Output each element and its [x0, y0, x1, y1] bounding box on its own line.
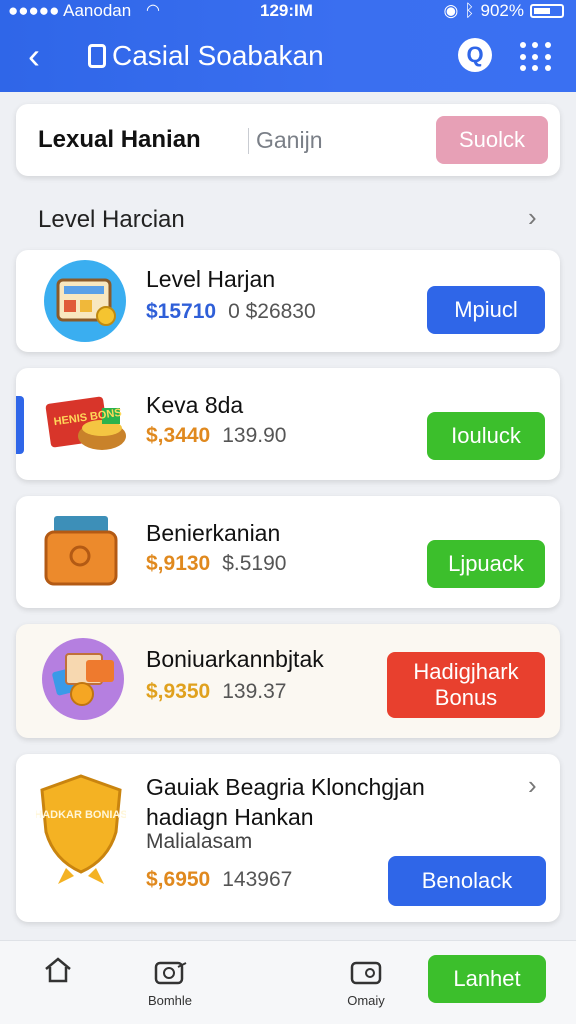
item-prices: $,9130 $.5190 — [146, 552, 286, 576]
search-card-label: Lexual Hanian — [38, 126, 201, 153]
search-divider — [248, 128, 249, 154]
cards-coin-icon — [42, 638, 124, 720]
item-price: $,9130 — [146, 552, 211, 575]
list-item[interactable]: HADKAR BONIAS Gauiak Beagria Klonchgjan … — [16, 754, 560, 922]
section-header[interactable]: Level Harcian › — [16, 192, 560, 248]
page-title-group: Casial Soabakan — [88, 40, 324, 72]
back-button[interactable]: ‹ — [28, 36, 40, 76]
battery-percent: 902% — [480, 1, 524, 20]
search-card: Lexual Hanian Suolck — [16, 104, 560, 176]
section-title: Level Harcian — [38, 206, 185, 233]
carrier-label: ●●●●● Aanodan — [8, 1, 132, 20]
battery-icon — [530, 4, 564, 18]
clock: 129:IM — [260, 1, 313, 20]
page-title: Casial Soabakan — [112, 40, 324, 71]
tab-account-label: Omaiy — [347, 993, 385, 1008]
item-action-button[interactable]: Hadigjhark Bonus — [387, 652, 545, 718]
item-price-secondary: 143967 — [222, 868, 293, 891]
list-item[interactable]: Level Harjan $15710 0 $26830 Mpiucl — [16, 250, 560, 352]
search-button[interactable]: Suolck — [436, 116, 548, 164]
item-prices: $15710 0 $26830 — [146, 300, 316, 324]
item-prices: $,3440 139.90 — [146, 424, 286, 448]
bonus-basket-icon: HENIS BONS — [42, 382, 126, 464]
item-price-secondary: 139.37 — [222, 680, 287, 703]
app-logo-icon — [88, 44, 106, 68]
item-price: $15710 — [146, 300, 217, 323]
item-action-button[interactable]: Benolack — [388, 856, 546, 906]
item-name: Level Harjan — [146, 266, 276, 292]
item-price: $,3440 — [146, 424, 211, 447]
bonus-shield-icon: HADKAR BONIAS — [34, 772, 128, 884]
help-button[interactable]: Q — [458, 38, 492, 72]
bottom-navigation: Bomhle Omaiy Lanhet — [0, 940, 576, 1024]
navigation-bar: ‹ Casial Soabakan Q — [0, 32, 576, 82]
item-prices: $,6950 143967 — [146, 868, 292, 892]
item-price-secondary: 0 $26830 — [228, 300, 316, 323]
item-name: Boniuarkannbjtak — [146, 646, 324, 672]
active-indicator — [16, 396, 24, 454]
list-item[interactable]: Benierkanian $,9130 $.5190 Ljpuack — [16, 496, 560, 608]
chevron-right-icon: › — [528, 770, 537, 800]
list-item[interactable]: HENIS BONS Keva 8da $,3440 139.90 Iouluck — [16, 368, 560, 480]
gift-icon — [154, 961, 187, 985]
item-price-secondary: $.5190 — [222, 552, 287, 575]
home-icon — [45, 957, 71, 983]
item-action-button[interactable]: Mpiucl — [427, 286, 545, 334]
wallet-tab-icon — [350, 961, 382, 985]
item-price: $,9350 — [146, 680, 211, 703]
lottery-ticket-icon — [44, 260, 126, 342]
item-prices: $,9350 139.37 — [146, 680, 286, 704]
apps-grid-icon[interactable] — [520, 42, 552, 72]
bluetooth-icon: ᛒ — [464, 1, 475, 20]
item-name: Gauiak Beagria Klonchgjan hadiagn Hankan — [146, 774, 425, 830]
item-name: Benierkanian — [146, 520, 281, 546]
search-input[interactable] — [256, 124, 436, 156]
item-action-button[interactable]: Ljpuack — [427, 540, 545, 588]
tab-account[interactable]: Omaiy — [334, 955, 398, 1008]
item-name: Keva 8da — [146, 392, 244, 418]
item-subtitle: Malialasam — [146, 830, 253, 853]
tab-bonus[interactable]: Bomhle — [136, 955, 204, 1008]
wallet-icon — [42, 510, 124, 592]
item-price-secondary: 139.90 — [222, 424, 287, 447]
list-item[interactable]: Boniuarkannbjtak $,9350 139.37 Hadigjhark… — [16, 624, 560, 738]
item-action-button[interactable]: Iouluck — [427, 412, 545, 460]
chevron-right-icon: › — [528, 202, 537, 232]
top-app-bar: ●●●●● Aanodan ◠ 129:IM ◉ ᛒ 902% ‹ Casial… — [0, 0, 576, 92]
alarm-icon: ◉ — [443, 1, 459, 20]
item-price: $,6950 — [146, 868, 211, 891]
primary-cta-button[interactable]: Lanhet — [428, 955, 546, 1003]
tab-bonus-label: Bomhle — [147, 993, 193, 1008]
badge-text: HADKAR BONIAS — [36, 809, 126, 821]
wifi-icon: ◠ — [146, 2, 160, 19]
tab-home[interactable] — [42, 955, 74, 989]
status-bar: ●●●●● Aanodan ◠ 129:IM ◉ ᛒ 902% — [0, 0, 576, 22]
